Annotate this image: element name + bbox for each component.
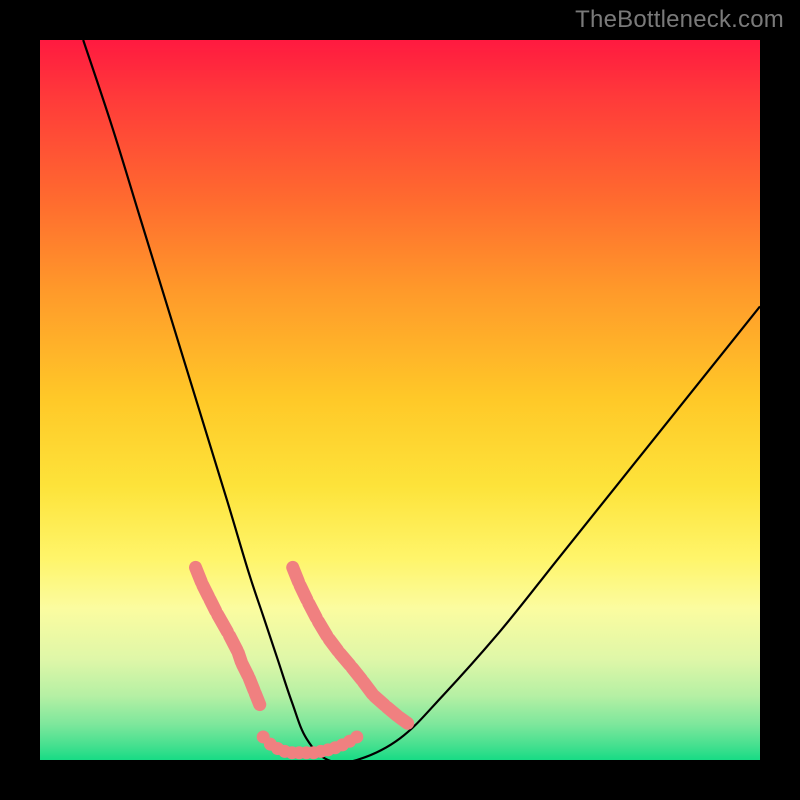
valley-dot (350, 730, 363, 743)
bottleneck-curve (83, 40, 760, 760)
highlight-dash (218, 615, 228, 632)
chart-frame: TheBottleneck.com (0, 0, 800, 800)
plot-area (40, 40, 760, 760)
right-highlight-group (293, 567, 408, 723)
highlight-dash (255, 693, 260, 705)
main-curve-group (83, 40, 760, 760)
highlight-dash (400, 718, 408, 724)
highlight-dash (309, 603, 316, 617)
chart-svg (40, 40, 760, 760)
left-highlight-group (196, 567, 260, 704)
attribution-watermark: TheBottleneck.com (575, 6, 784, 34)
